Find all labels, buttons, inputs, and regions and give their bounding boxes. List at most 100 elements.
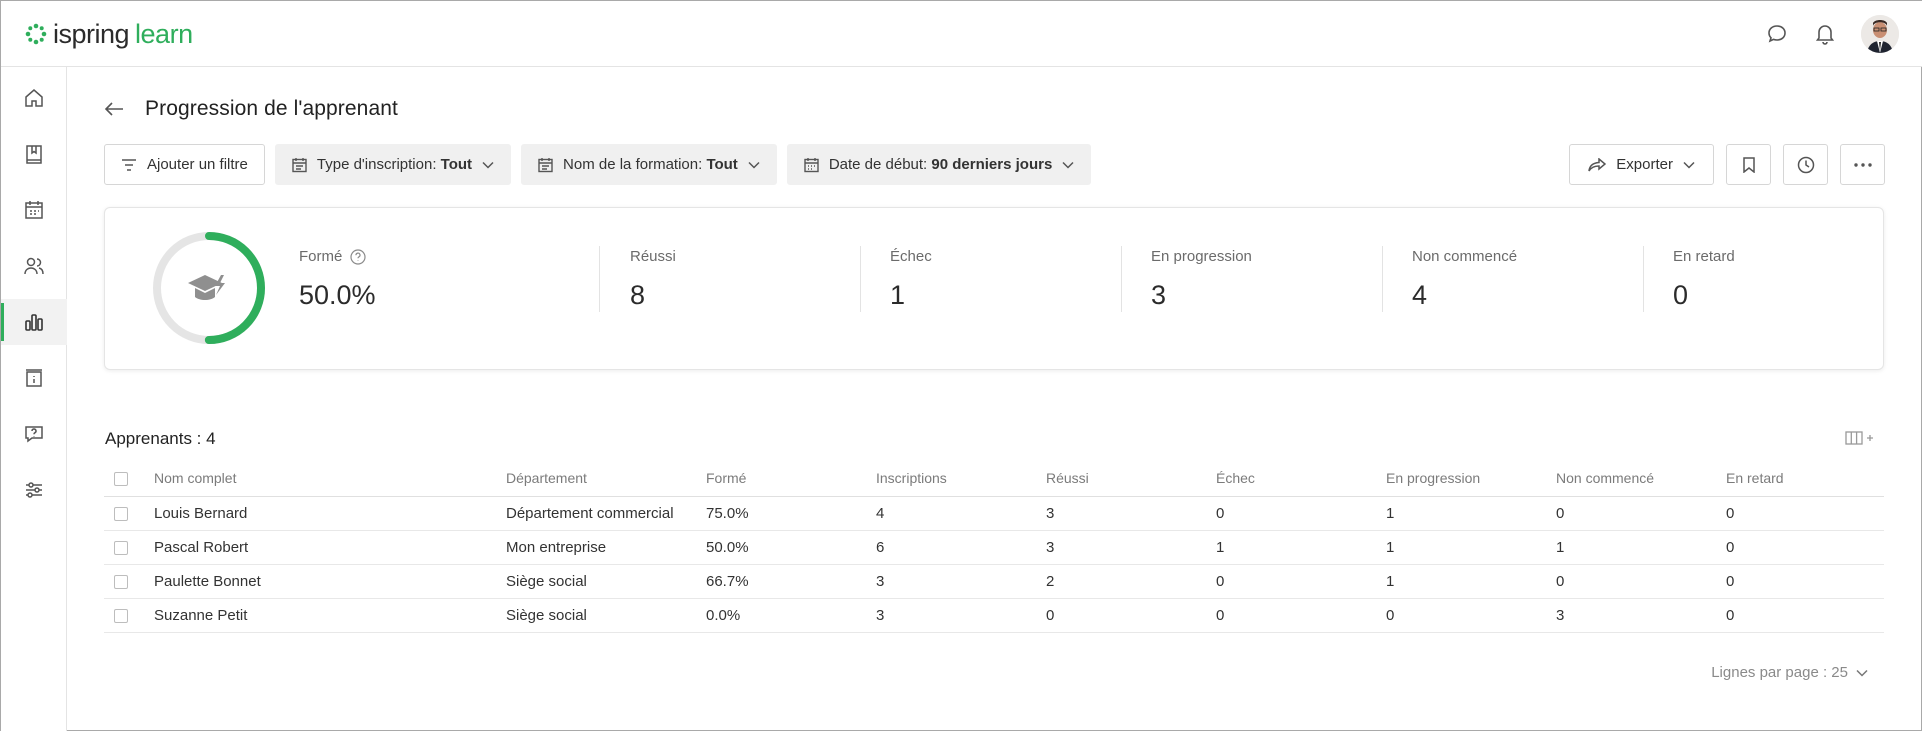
- bell-icon[interactable]: [1813, 22, 1837, 46]
- learner-name[interactable]: Paulette Bonnet: [154, 564, 506, 599]
- bookmark-button[interactable]: [1726, 144, 1771, 185]
- graduation-cap-icon: [188, 275, 225, 300]
- enrollments-cell: 3: [876, 564, 1046, 599]
- column-header[interactable]: Réussi: [1046, 460, 1216, 497]
- export-label: Exporter: [1616, 156, 1673, 173]
- start-date-key: Date de début:: [828, 156, 928, 173]
- course-name-label: Nom de la formation: Tout: [563, 156, 738, 173]
- app-logo[interactable]: ispring learn: [25, 19, 193, 49]
- main-content: Progression de l'apprenant Ajouter un fi…: [67, 67, 1922, 731]
- in-progress-cell: 1: [1386, 530, 1556, 565]
- column-header[interactable]: Inscriptions: [876, 460, 1046, 497]
- column-header[interactable]: Échec: [1216, 460, 1386, 497]
- chevron-down-icon: [482, 161, 494, 169]
- sidebar-item-home[interactable]: [1, 75, 67, 121]
- passed-cell: 0: [1046, 598, 1216, 633]
- stat-in-progress-value: 3: [1151, 280, 1167, 310]
- stat-overdue-label: En retard: [1673, 248, 1735, 265]
- not-started-cell: 0: [1556, 496, 1726, 531]
- passed-cell: 3: [1046, 496, 1216, 531]
- overdue-cell: 0: [1726, 564, 1884, 599]
- stat-overdue-value: 0: [1673, 280, 1689, 310]
- sidebar-item-calendar[interactable]: [1, 187, 67, 233]
- table-row[interactable]: Paulette Bonnet Siège social 66.7% 3 2 0…: [104, 564, 1884, 599]
- start-date-label: Date de début: 90 derniers jours: [829, 156, 1052, 173]
- stat-divider: [1121, 246, 1122, 312]
- table-row[interactable]: Suzanne Petit Siège social 0.0% 3 0 0 0 …: [104, 598, 1884, 633]
- sidebar-item-users[interactable]: [1, 243, 67, 289]
- chevron-down-icon: [1062, 161, 1074, 169]
- more-options-button[interactable]: [1840, 144, 1885, 185]
- more-horizontal-icon: [1853, 162, 1872, 167]
- learner-name[interactable]: Pascal Robert: [154, 530, 506, 565]
- column-header[interactable]: En retard: [1726, 460, 1884, 497]
- top-bar: ispring learn: [1, 1, 1922, 67]
- sidebar-item-help[interactable]: [1, 411, 67, 457]
- help-circle-icon[interactable]: [350, 248, 366, 265]
- failed-cell: 0: [1216, 496, 1386, 531]
- stat-divider: [860, 246, 861, 312]
- course-name-value: Tout: [706, 156, 738, 173]
- enrollment-type-filter[interactable]: Type d'inscription: Tout: [274, 144, 512, 185]
- stat-failed-value: 1: [890, 280, 906, 310]
- column-header[interactable]: Nom complet: [154, 460, 506, 497]
- start-date-value: 90 derniers jours: [931, 156, 1053, 173]
- add-filter-button[interactable]: Ajouter un filtre: [104, 144, 265, 185]
- department-cell: Mon entreprise: [506, 530, 706, 565]
- sidebar-item-reports[interactable]: [1, 299, 67, 345]
- course-name-filter[interactable]: Nom de la formation: Tout: [521, 144, 777, 185]
- row-checkbox[interactable]: [114, 506, 128, 521]
- enrollments-cell: 4: [876, 496, 1046, 531]
- logo-icon: [25, 23, 47, 45]
- trained-progress-ring: [153, 232, 265, 344]
- chevron-down-icon: [1683, 161, 1695, 169]
- back-arrow-icon[interactable]: [103, 98, 125, 120]
- column-settings-button[interactable]: [1845, 429, 1875, 447]
- not-started-cell: 1: [1556, 530, 1726, 565]
- row-checkbox[interactable]: [114, 608, 128, 623]
- column-header[interactable]: Formé: [706, 460, 876, 497]
- start-date-filter[interactable]: Date de début: 90 derniers jours: [786, 144, 1092, 185]
- stat-trained-label: Formé: [299, 248, 343, 265]
- stat-passed-label: Réussi: [630, 248, 676, 265]
- select-all-checkbox[interactable]: [114, 471, 128, 486]
- passed-cell: 3: [1046, 530, 1216, 565]
- not-started-cell: 0: [1556, 564, 1726, 599]
- home-icon: [25, 89, 43, 107]
- avatar-image: [1861, 15, 1899, 53]
- stat-not-started-value: 4: [1412, 280, 1428, 310]
- table-header-row: Nom complet Département Formé Inscriptio…: [104, 460, 1884, 497]
- help-chat-icon: [25, 426, 43, 443]
- column-header[interactable]: Non commencé: [1556, 460, 1726, 497]
- column-header[interactable]: Département: [506, 460, 706, 497]
- stat-in-progress-label: En progression: [1151, 248, 1252, 265]
- sidebar-item-info[interactable]: [1, 355, 67, 401]
- table-row[interactable]: Louis Bernard Département commercial 75.…: [104, 496, 1884, 531]
- user-avatar[interactable]: [1861, 15, 1899, 53]
- schedule-button[interactable]: [1783, 144, 1828, 185]
- department-cell: Siège social: [506, 564, 706, 599]
- failed-cell: 1: [1216, 530, 1386, 565]
- filter-icon: [122, 158, 136, 171]
- sidebar-item-courses[interactable]: [1, 131, 67, 177]
- learner-name[interactable]: Suzanne Petit: [154, 598, 506, 633]
- chat-icon[interactable]: [1765, 22, 1789, 46]
- row-checkbox[interactable]: [114, 574, 128, 589]
- table-row[interactable]: Pascal Robert Mon entreprise 50.0% 6 3 1…: [104, 530, 1884, 565]
- chevron-down-icon: [1856, 669, 1868, 677]
- stat-trained-value: 50.0%: [299, 280, 376, 310]
- row-select-cell: [104, 564, 154, 599]
- row-select-cell: [104, 496, 154, 531]
- row-checkbox[interactable]: [114, 540, 128, 555]
- column-header[interactable]: En progression: [1386, 460, 1556, 497]
- stat-passed-value: 8: [630, 280, 646, 310]
- sidebar-item-settings[interactable]: [1, 467, 67, 513]
- rows-per-page-selector[interactable]: Lignes par page : 25: [1711, 664, 1868, 681]
- page-title: Progression de l'apprenant: [145, 97, 398, 120]
- row-select-cell: [104, 530, 154, 565]
- settings-sliders-icon: [26, 482, 42, 498]
- learner-name[interactable]: Louis Bernard: [154, 496, 506, 531]
- enrollment-type-label: Type d'inscription: Tout: [317, 156, 472, 173]
- row-select-cell: [104, 598, 154, 633]
- export-button[interactable]: Exporter: [1569, 144, 1714, 185]
